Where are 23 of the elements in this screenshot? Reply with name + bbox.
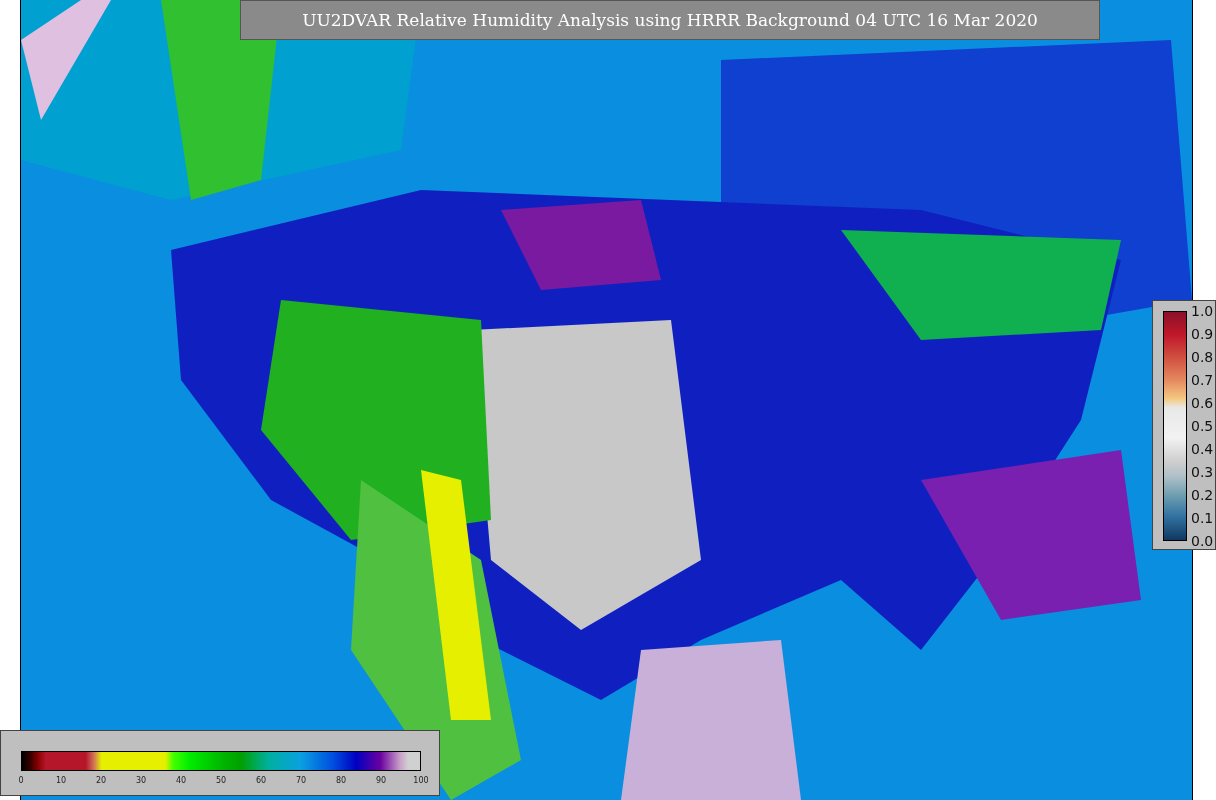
tick-label: 100 xyxy=(413,776,429,785)
tick-label: 90 xyxy=(375,776,387,785)
tick-label: 0.7 xyxy=(1191,373,1214,387)
chart-title: UU2DVAR Relative Humidity Analysis using HRRR Background 04 UTC 16 Mar 2020 xyxy=(240,0,1100,40)
tick-label: 0 xyxy=(18,776,24,785)
tick-label: 0.1 xyxy=(1191,511,1214,525)
tick-label: 60 xyxy=(255,776,267,785)
tick-label: 0.4 xyxy=(1191,442,1214,456)
tick-label: 40 xyxy=(175,776,187,785)
tick-label: 30 xyxy=(135,776,147,785)
tick-label: 0.6 xyxy=(1191,396,1214,410)
tick-label: 0.2 xyxy=(1191,488,1214,502)
tick-label: 0.9 xyxy=(1191,327,1214,341)
tick-label: 0.5 xyxy=(1191,419,1214,433)
tick-label: 0.8 xyxy=(1191,350,1214,364)
tick-label: 80 xyxy=(335,776,347,785)
tick-label: 0.0 xyxy=(1191,534,1214,548)
tick-label: 10 xyxy=(55,776,67,785)
tick-label: 70 xyxy=(295,776,307,785)
tick-label: 1.0 xyxy=(1191,304,1214,318)
tick-label: 0.3 xyxy=(1191,465,1214,479)
tick-label: 20 xyxy=(95,776,107,785)
tick-label: 50 xyxy=(215,776,227,785)
